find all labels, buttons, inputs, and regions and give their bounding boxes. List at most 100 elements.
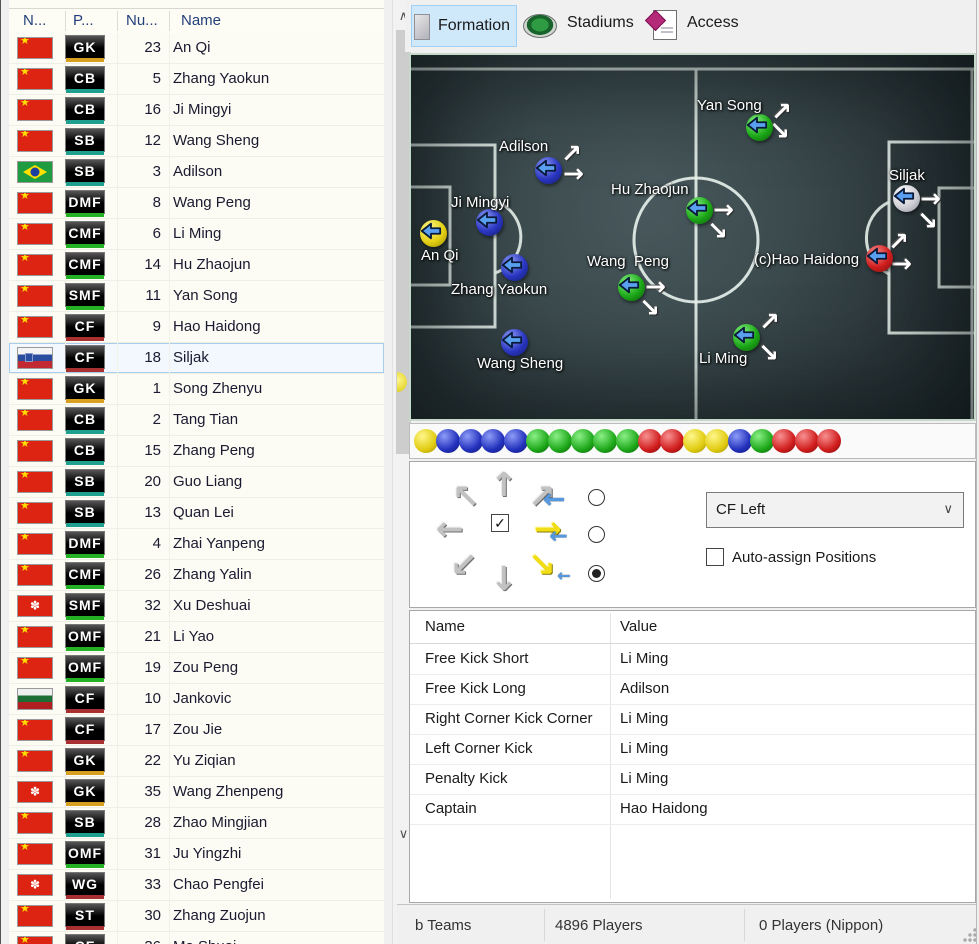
number-cell: 5 (152, 70, 161, 87)
pad-arrow-left[interactable]: ← (436, 512, 464, 545)
table-row[interactable]: CB 16 Ji Mingyi (9, 95, 384, 126)
reserve-ball[interactable] (593, 429, 618, 453)
table-row[interactable]: CMF 6 Li Ming (9, 219, 384, 250)
player-ball-arrow-icon (535, 159, 557, 177)
pitch-player-siljak[interactable] (893, 185, 920, 212)
reserve-ball[interactable] (414, 429, 438, 453)
column-header-nation[interactable]: N... (23, 12, 46, 29)
reserve-ball[interactable] (481, 429, 506, 453)
table-row[interactable]: CB 15 Zhang Peng (9, 436, 384, 467)
table-row[interactable]: SMF 32 Xu Deshuai (9, 591, 384, 622)
table-row[interactable]: CF 17 Zou Jie (9, 715, 384, 746)
pitch-player-yan-song[interactable] (746, 114, 773, 141)
kv-header-value: Value (620, 618, 658, 635)
pitch-player-li-ming[interactable] (733, 324, 760, 351)
table-row[interactable]: SB 20 Guo Liang (9, 467, 384, 498)
pitch-player-adilson[interactable] (535, 157, 562, 184)
nation-cell (17, 281, 53, 311)
table-row[interactable]: WG 33 Chao Pengfei (9, 870, 384, 901)
pitch-player-zhang-yaokun[interactable] (501, 254, 528, 281)
table-row[interactable]: SMF 11 Yan Song (9, 281, 384, 312)
table-row[interactable]: OMF 21 Li Yao (9, 622, 384, 653)
table-row[interactable]: CB 2 Tang Tian (9, 405, 384, 436)
table-row[interactable]: CF 18 Siljak (9, 343, 384, 374)
reserve-ball[interactable] (436, 429, 461, 453)
pitch-player-ji-mingyi[interactable] (476, 209, 503, 236)
pitch-player-hao-haidong[interactable] (866, 245, 893, 272)
column-header-number[interactable]: Nu... (126, 12, 158, 29)
table-row[interactable]: CB 5 Zhang Yaokun (9, 64, 384, 95)
reserve-ball[interactable] (548, 429, 573, 453)
arrow-size-radio[interactable] (588, 526, 605, 543)
reserve-ball[interactable] (458, 429, 483, 453)
table-row[interactable]: GK 35 Wang Zhenpeng (9, 777, 384, 808)
table-row[interactable]: GK 22 Yu Ziqian (9, 746, 384, 777)
table-row[interactable]: SB 13 Quan Lei (9, 498, 384, 529)
column-header-name[interactable]: Name (181, 12, 221, 29)
kv-row[interactable]: Free Kick Long Adilson (410, 674, 975, 705)
table-row[interactable]: CF 9 Hao Haidong (9, 312, 384, 343)
nation-cell (17, 64, 53, 94)
reserve-ball[interactable] (503, 429, 528, 453)
pitch-player-wang-sheng[interactable] (501, 329, 528, 356)
pitch-player-wang-peng[interactable] (618, 274, 645, 301)
auto-assign-checkbox[interactable] (706, 548, 724, 566)
reserve-ball[interactable] (772, 429, 797, 453)
kv-row[interactable]: Captain Hao Haidong (410, 794, 975, 825)
reserve-ball[interactable] (638, 429, 662, 453)
reserve-ball[interactable] (615, 429, 640, 453)
table-row[interactable]: CMF 14 Hu Zhaojun (9, 250, 384, 281)
table-row[interactable]: GK 1 Song Zhenyu (9, 374, 384, 405)
kv-row[interactable]: Free Kick Short Li Ming (410, 644, 975, 675)
pad-arrow-down-left[interactable]: ↙ (450, 548, 478, 581)
reserve-ball[interactable] (727, 429, 752, 453)
reserve-ball[interactable] (817, 429, 842, 453)
column-divider (169, 746, 170, 776)
player-ball-arrow-icon (746, 116, 768, 134)
reserve-ball[interactable] (750, 429, 774, 453)
reserve-ball[interactable] (705, 429, 730, 453)
pad-arrow-down-right[interactable]: ↘ (528, 548, 556, 581)
reserve-ball[interactable] (570, 429, 595, 453)
pad-arrow-down[interactable]: ↓ (490, 562, 518, 595)
column-divider (169, 33, 170, 63)
name-cell: Zou Jie (173, 721, 223, 738)
reserve-ball[interactable] (526, 429, 550, 453)
table-row[interactable]: SB 28 Zhao Mingjian (9, 808, 384, 839)
reserve-ball[interactable] (682, 429, 707, 453)
table-row[interactable]: CF 36 Ma Shuai (9, 932, 384, 944)
table-row[interactable]: CF 10 Jankovic (9, 684, 384, 715)
table-row[interactable]: GK 23 An Qi (9, 33, 384, 64)
table-row[interactable]: OMF 31 Ju Yingzhi (9, 839, 384, 870)
column-header-position[interactable]: P... (73, 12, 94, 29)
pitch-player-hu-zhaojun[interactable] (686, 197, 713, 224)
table-row[interactable]: SB 3 Adilson (9, 157, 384, 188)
pad-arrow-up[interactable]: ↑ (490, 468, 518, 501)
nation-cell (17, 157, 53, 187)
kv-row[interactable]: Right Corner Kick Corner Li Ming (410, 704, 975, 735)
direction-pad-checkbox[interactable]: ✓ (491, 514, 509, 532)
pitch-player-an-qi[interactable] (420, 220, 447, 247)
nation-cell (17, 932, 53, 944)
kv-row[interactable]: Left Corner Kick Li Ming (410, 734, 975, 765)
table-row[interactable]: DMF 8 Wang Peng (9, 188, 384, 219)
table-row[interactable]: OMF 19 Zou Peng (9, 653, 384, 684)
resize-grip[interactable] (963, 928, 977, 942)
arrow-size-radio[interactable] (588, 489, 605, 506)
reserve-ball[interactable] (794, 429, 819, 453)
position-dropdown[interactable]: CF Left ∨ (706, 492, 964, 528)
tab-formation[interactable]: Formation (411, 5, 517, 47)
kv-row[interactable]: Penalty Kick Li Ming (410, 764, 975, 795)
reserve-ball[interactable] (660, 429, 685, 453)
table-row[interactable]: SB 12 Wang Sheng (9, 126, 384, 157)
table-row[interactable]: DMF 4 Zhai Yanpeng (9, 529, 384, 560)
position-cell: SMF (65, 591, 105, 621)
formation-pitch[interactable]: An Qi Ji Mingyi Zhang Yaokun Wang Sheng ↗ → Ad… (409, 53, 976, 421)
column-divider (169, 405, 170, 435)
table-row[interactable]: ST 30 Zhang Zuojun (9, 901, 384, 932)
position-cell: GK (65, 33, 105, 63)
kv-row-name: Left Corner Kick (425, 740, 533, 757)
nation-cell (17, 715, 53, 745)
arrow-size-radio[interactable] (588, 565, 605, 582)
table-row[interactable]: CMF 26 Zhang Yalin (9, 560, 384, 591)
